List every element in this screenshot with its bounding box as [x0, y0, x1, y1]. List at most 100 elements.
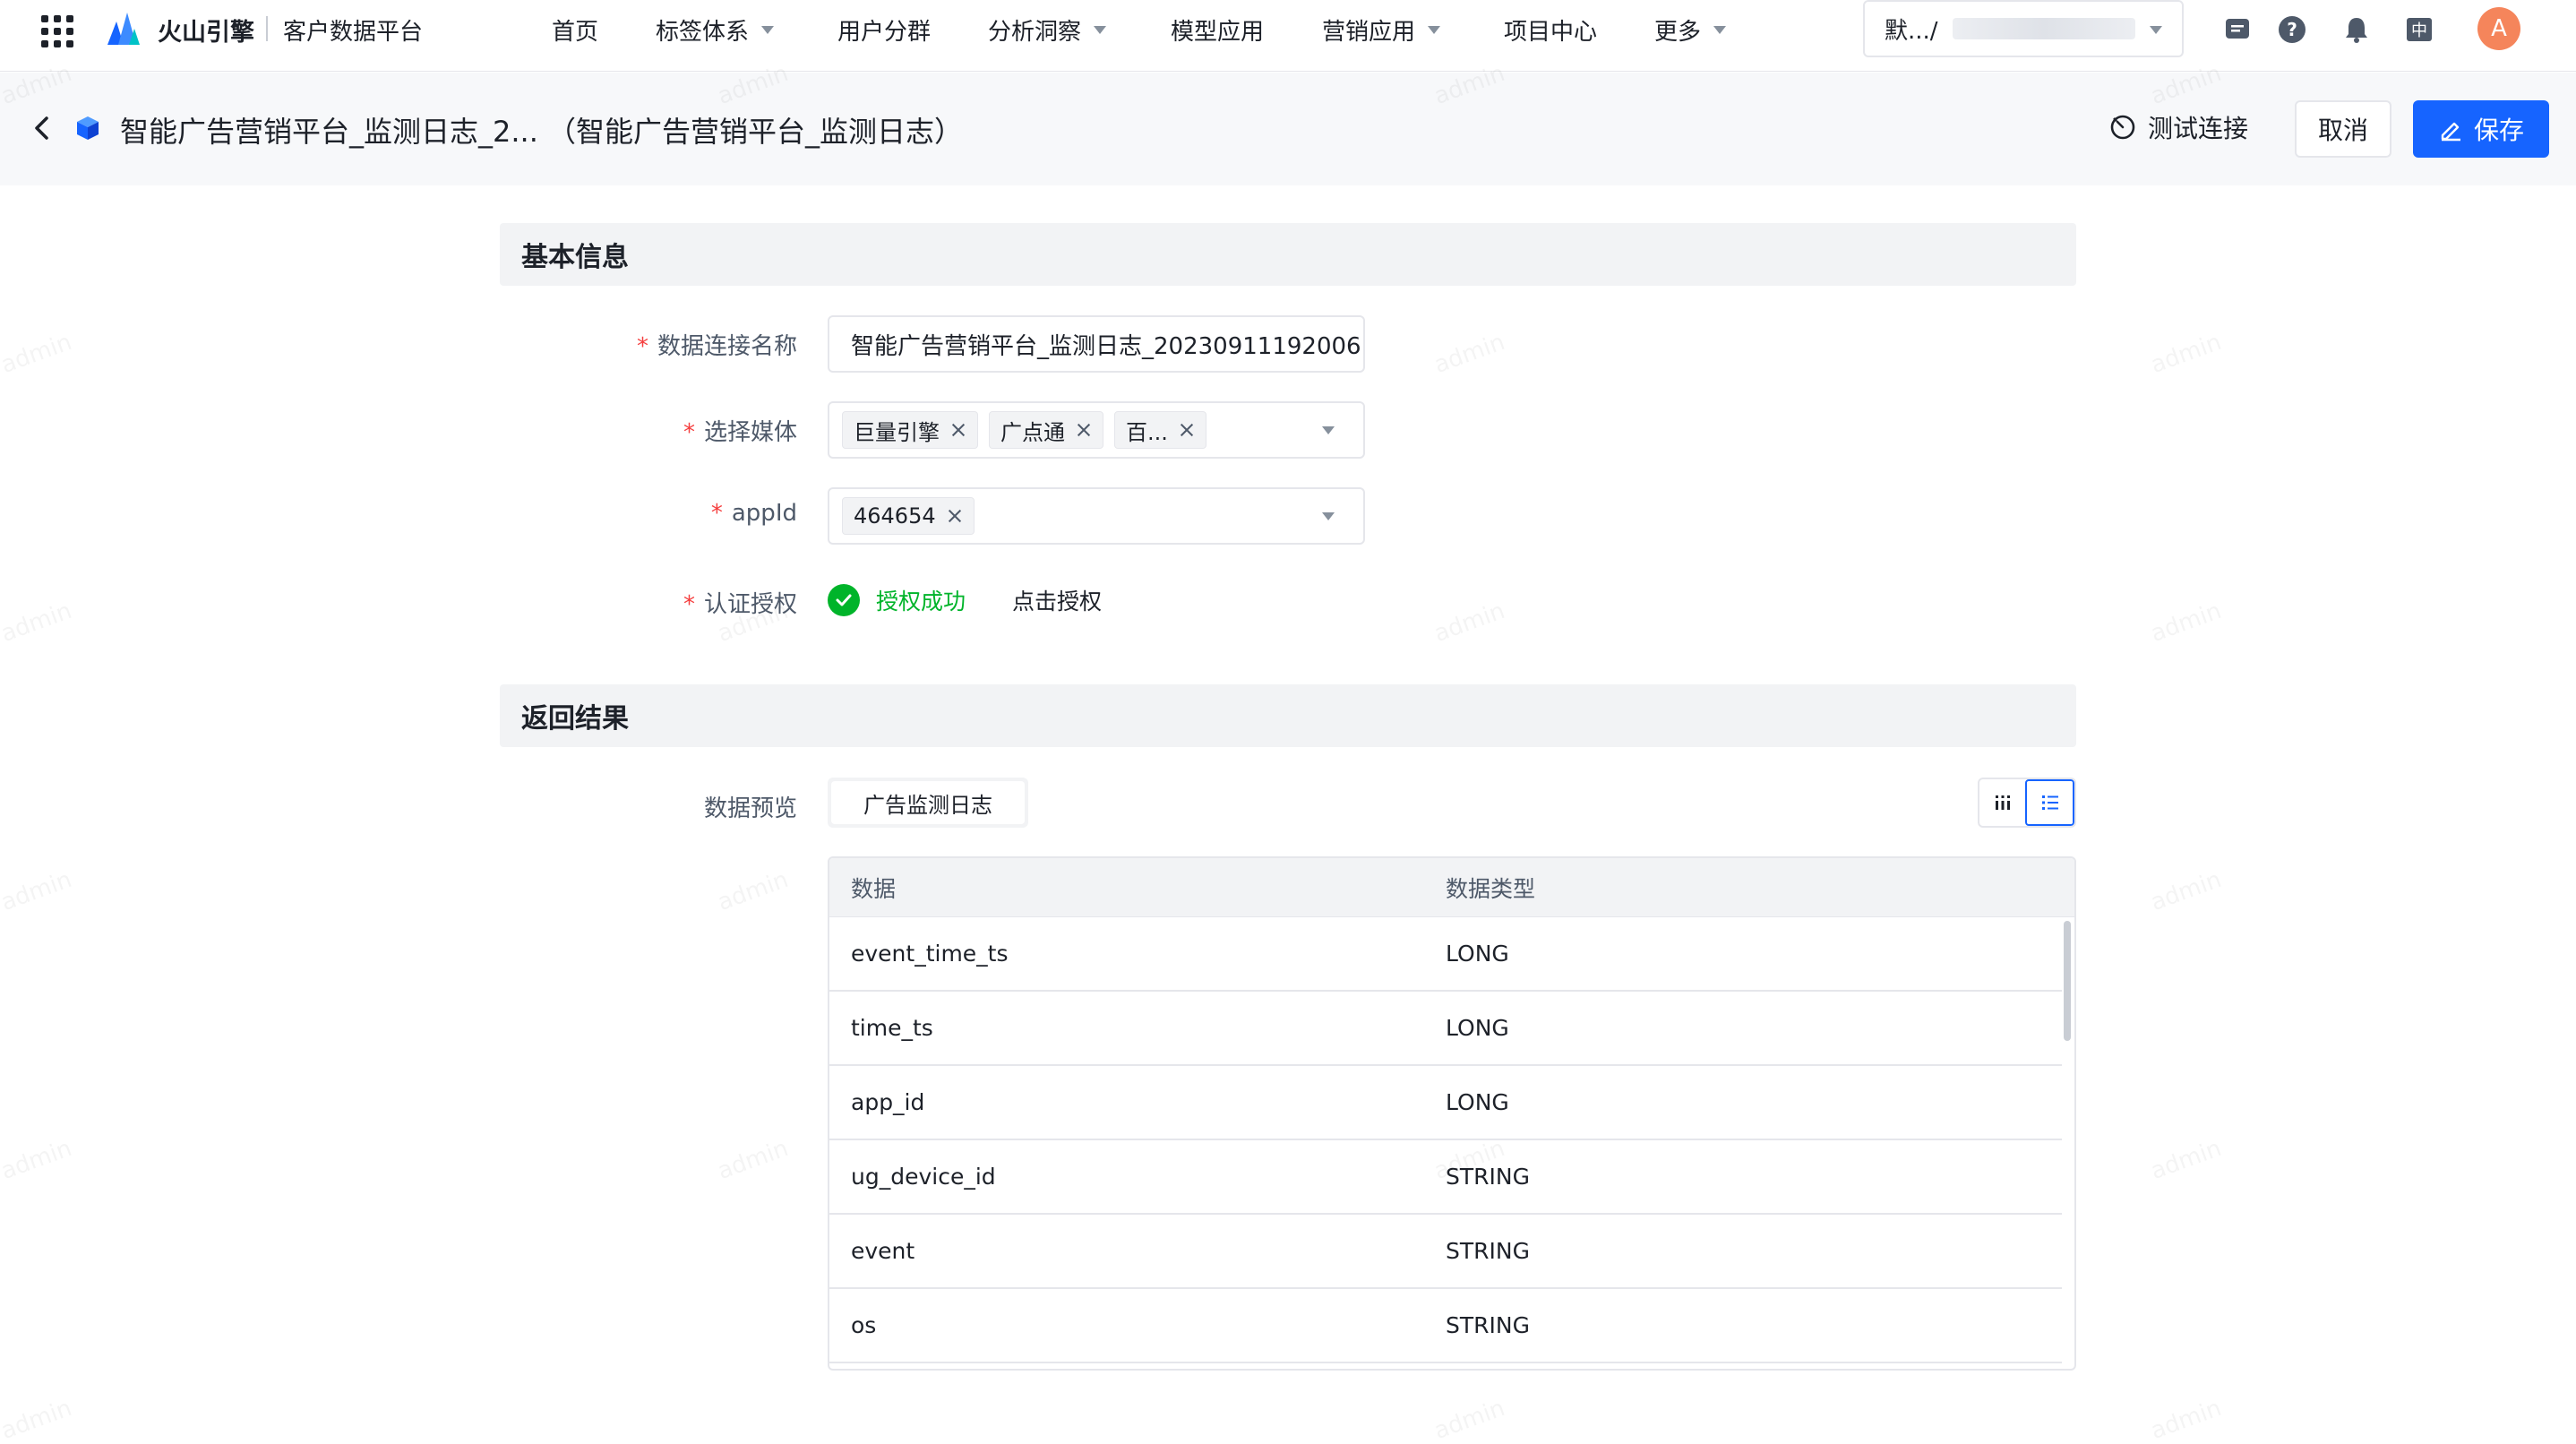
chevron-down-icon: [1094, 26, 1107, 34]
field-type: LONG: [1446, 941, 1509, 967]
project-selector-value: 默.../: [1885, 17, 1938, 45]
table-row: time_ts LONG: [829, 992, 2062, 1066]
field-name: event_time_ts: [851, 941, 1009, 967]
auth-success-text: 授权成功: [876, 589, 966, 615]
table-row: os STRING: [829, 1289, 2062, 1363]
watermark: admin: [714, 866, 792, 916]
field-name: os: [851, 1312, 877, 1338]
tab-ad-monitor-log[interactable]: 广告监测日志: [831, 781, 1025, 824]
language-icon[interactable]: 中: [2404, 14, 2434, 45]
top-navbar: 火山引擎 客户数据平台 首页 标签体系 用户分群 分析洞察 模型应用 营销应用 …: [0, 0, 2576, 72]
nav-item-tag-system[interactable]: 标签体系: [656, 13, 775, 47]
chevron-down-icon: [2150, 26, 2162, 34]
data-source-cube-icon: [77, 116, 99, 140]
field-name: time_ts: [851, 1015, 933, 1041]
brand-divider: [266, 16, 268, 41]
nav-item-project-center[interactable]: 项目中心: [1504, 13, 1597, 47]
test-connection-label: 测试连接: [2148, 114, 2249, 143]
connection-name-label: * 数据连接名称: [636, 333, 797, 360]
media-tag: 广点通: [989, 411, 1103, 449]
table-row: app_id LONG: [829, 1066, 2062, 1140]
field-type: STRING: [1446, 1238, 1530, 1264]
watermark: admin: [2147, 1395, 2225, 1444]
watermark: admin: [0, 1395, 75, 1444]
user-avatar[interactable]: A: [2477, 7, 2520, 50]
back-arrow-icon[interactable]: [30, 113, 52, 143]
test-connection-button[interactable]: 测试连接: [2108, 109, 2248, 145]
svg-text:?: ?: [2287, 19, 2297, 40]
app-grid-icon[interactable]: [41, 15, 73, 47]
view-mode-toggle: [1978, 778, 2076, 828]
watermark: admin: [0, 866, 75, 916]
appid-select[interactable]: 464654: [828, 487, 1365, 545]
chevron-down-icon: [1322, 512, 1335, 520]
connection-test-icon: [2110, 115, 2135, 140]
media-label: * 选择媒体: [683, 419, 797, 446]
field-type: STRING: [1446, 1164, 1530, 1190]
brand-name: 火山引擎: [158, 19, 254, 47]
redacted-project-name: [1952, 18, 2135, 39]
field-type: LONG: [1446, 1015, 1509, 1041]
column-header-type: 数据类型: [1446, 875, 1536, 902]
close-icon[interactable]: [949, 420, 968, 440]
column-header-data: 数据: [851, 875, 897, 902]
table-row: ug_device_id STRING: [829, 1140, 2062, 1215]
authorize-link[interactable]: 点击授权: [1012, 584, 1102, 616]
project-selector[interactable]: 默.../: [1863, 0, 2184, 57]
appid-label: * appId: [710, 500, 797, 527]
preview-tabs: 广告监测日志: [828, 778, 1028, 828]
chevron-down-icon: [1428, 26, 1441, 34]
edit-icon: [2441, 122, 2460, 142]
chevron-down-icon: [1322, 426, 1335, 434]
nav-item-analysis[interactable]: 分析洞察: [988, 13, 1107, 47]
nav-item-user-segments[interactable]: 用户分群: [837, 13, 931, 47]
basic-info-section-header: 基本信息: [500, 223, 2076, 286]
watermark: admin: [2147, 329, 2225, 379]
field-name: app_id: [851, 1089, 925, 1115]
save-button[interactable]: 保存: [2413, 100, 2549, 158]
table-scrollbar[interactable]: [2064, 921, 2071, 1041]
table-row: event_time_ts LONG: [829, 917, 2062, 992]
column-view-icon[interactable]: [1979, 779, 2025, 826]
watermark: admin: [0, 329, 75, 379]
message-icon[interactable]: [2222, 14, 2253, 45]
list-view-icon[interactable]: [2025, 779, 2074, 826]
nav-item-model-apps[interactable]: 模型应用: [1171, 13, 1264, 47]
close-icon[interactable]: [1074, 420, 1094, 440]
field-name: ug_device_id: [851, 1164, 996, 1190]
help-icon[interactable]: ?: [2277, 14, 2307, 45]
field-type: STRING: [1446, 1312, 1530, 1338]
close-icon[interactable]: [1177, 420, 1197, 440]
watermark: admin: [0, 1135, 75, 1185]
connection-name-input[interactable]: 智能广告营销平台_监测日志_20230911192006: [828, 315, 1365, 373]
page-root: 火山引擎 客户数据平台 首页 标签体系 用户分群 分析洞察 模型应用 营销应用 …: [0, 0, 2576, 1444]
watermark: admin: [2147, 1135, 2225, 1185]
media-select[interactable]: 巨量引擎 广点通 百...: [828, 401, 1365, 459]
data-preview-table: 数据 数据类型 event_time_ts LONG time_ts LONG …: [828, 856, 2076, 1371]
watermark: admin: [0, 597, 75, 648]
media-tag: 百...: [1114, 411, 1206, 449]
nav-item-more[interactable]: 更多: [1654, 13, 1727, 47]
watermark: admin: [1430, 597, 1508, 648]
cancel-button[interactable]: 取消: [2295, 100, 2391, 158]
check-circle-icon: [828, 584, 860, 616]
watermark: admin: [1430, 329, 1508, 379]
bell-icon[interactable]: [2341, 14, 2372, 45]
auth-label: * 认证授权: [683, 591, 797, 618]
product-name: 客户数据平台: [283, 19, 424, 46]
close-icon[interactable]: [945, 506, 965, 526]
auth-status-row: 授权成功 点击授权: [828, 584, 1102, 616]
nav-item-home[interactable]: 首页: [552, 13, 598, 47]
table-row: event STRING: [829, 1215, 2062, 1289]
watermark: admin: [714, 1135, 792, 1185]
appid-tag: 464654: [842, 497, 975, 535]
chevron-down-icon: [1713, 26, 1727, 34]
page-title: 智能广告营销平台_监测日志_2... （智能广告营销平台_监测日志）: [120, 115, 964, 149]
result-section-header: 返回结果: [500, 684, 2076, 747]
data-preview-label: 数据预览: [703, 795, 797, 822]
field-type: LONG: [1446, 1089, 1509, 1115]
svg-text:中: 中: [2411, 21, 2427, 40]
media-tag: 巨量引擎: [842, 411, 978, 449]
nav-item-marketing[interactable]: 营销应用: [1322, 13, 1441, 47]
volcengine-logo-icon: [107, 13, 140, 45]
